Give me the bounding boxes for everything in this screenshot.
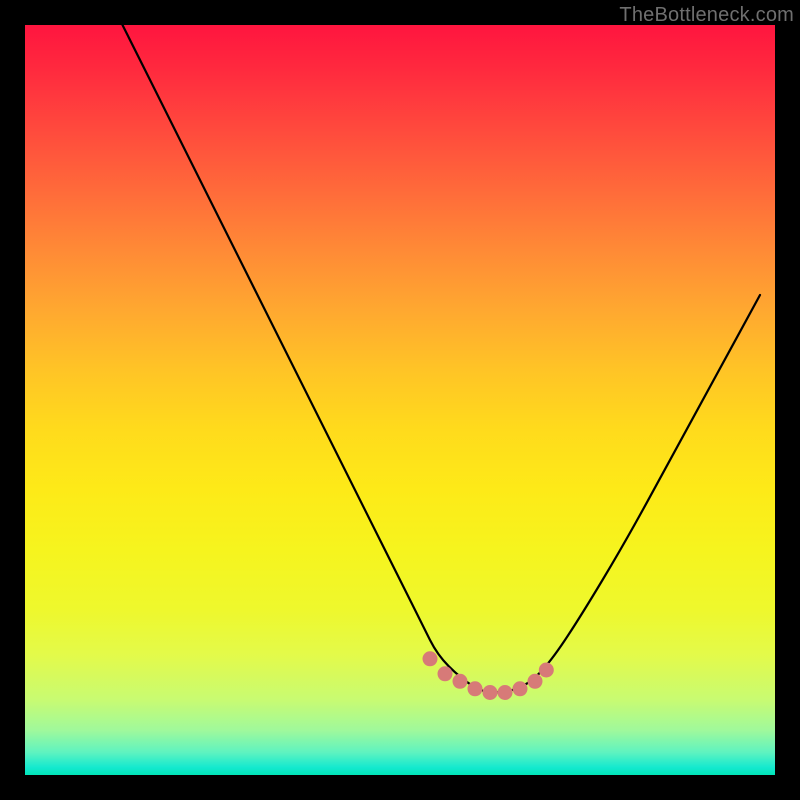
optimal-marker — [539, 663, 554, 678]
optimal-marker — [423, 651, 438, 666]
optimal-marker — [468, 681, 483, 696]
optimal-marker — [498, 685, 513, 700]
chart-frame: TheBottleneck.com — [0, 0, 800, 800]
bottleneck-curve — [123, 25, 761, 693]
chart-svg — [25, 25, 775, 775]
optimal-marker — [483, 685, 498, 700]
optimal-marker — [528, 674, 543, 689]
optimal-marker — [438, 666, 453, 681]
watermark-text: TheBottleneck.com — [619, 4, 794, 27]
plot-area — [25, 25, 775, 775]
curve-layer — [123, 25, 761, 693]
optimal-marker — [513, 681, 528, 696]
optimal-marker — [453, 674, 468, 689]
